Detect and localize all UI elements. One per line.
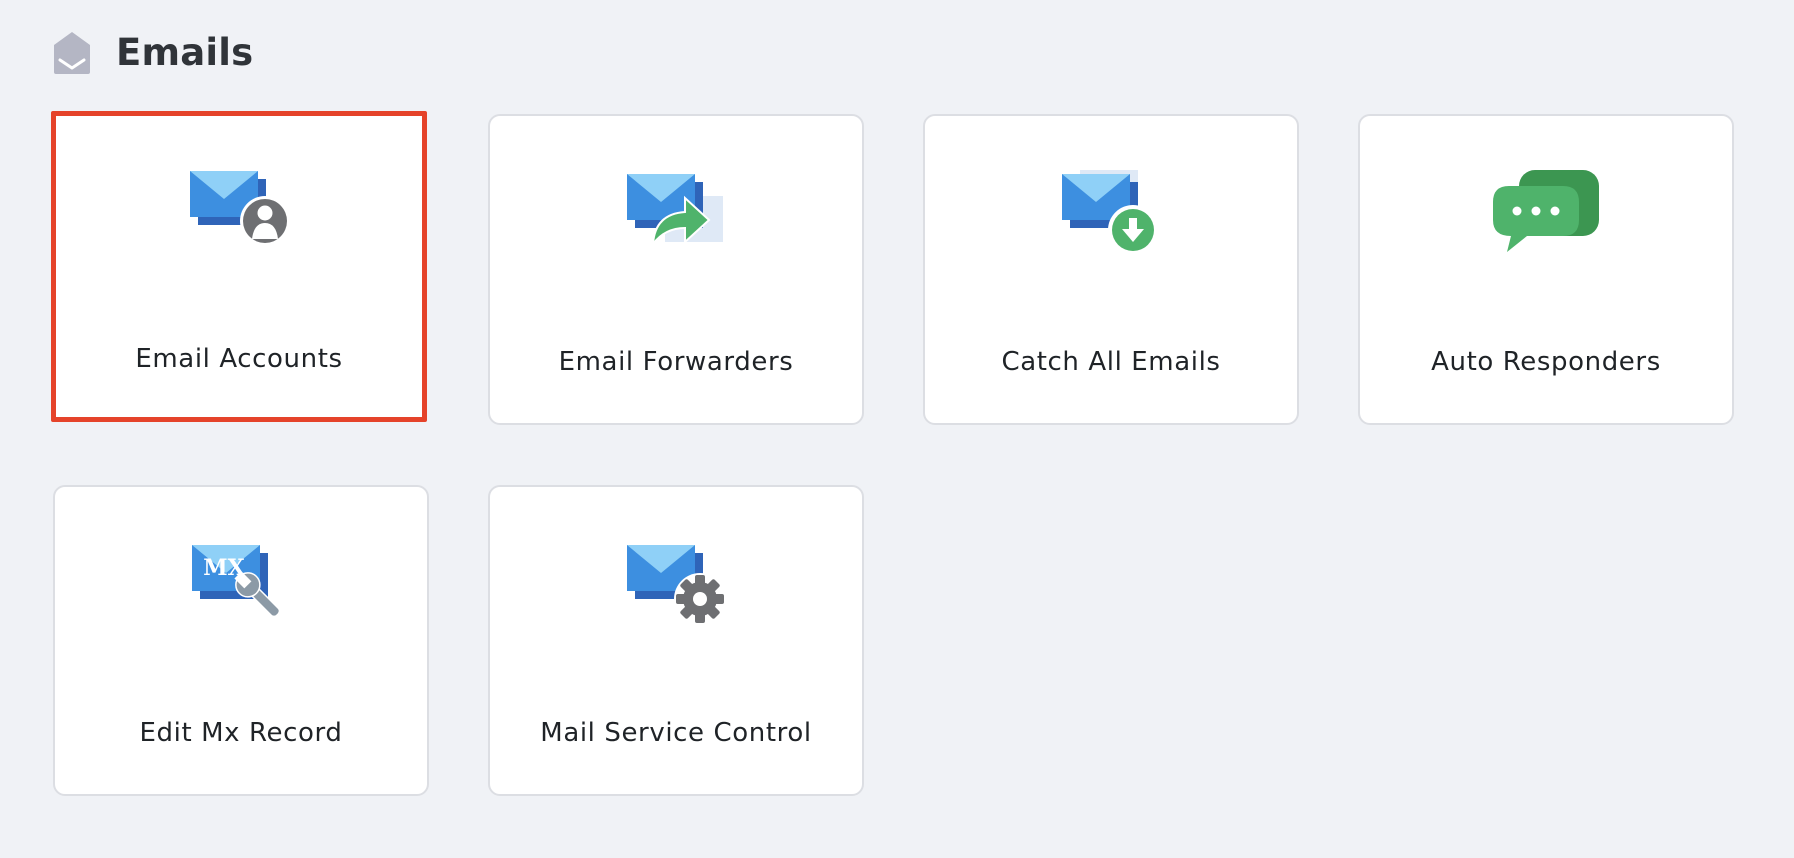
email-accounts-card[interactable]: Email Accounts bbox=[51, 111, 427, 422]
email-forwarders-card[interactable]: Email Forwarders bbox=[488, 114, 864, 425]
mx-wrench-icon: MX bbox=[192, 545, 281, 618]
page-title: Emails bbox=[116, 31, 254, 74]
mail-gear-icon bbox=[627, 545, 726, 625]
edit-mx-record-card[interactable]: MX Edit Mx Record bbox=[53, 485, 429, 796]
card-label: Catch All Emails bbox=[1001, 347, 1221, 377]
catch-all-emails-card[interactable]: Catch All Emails bbox=[923, 114, 1299, 425]
mail-service-control-card[interactable]: Mail Service Control bbox=[488, 485, 864, 796]
section-header: Emails bbox=[51, 30, 253, 76]
chat-bubbles-icon bbox=[1493, 170, 1599, 252]
card-label: Email Accounts bbox=[135, 344, 343, 374]
open-envelope-icon bbox=[54, 32, 90, 74]
card-label: Edit Mx Record bbox=[139, 718, 343, 748]
card-label: Mail Service Control bbox=[540, 718, 812, 748]
card-label: Email Forwarders bbox=[558, 347, 794, 377]
email-account-icon bbox=[190, 171, 290, 246]
card-label: Auto Responders bbox=[1431, 347, 1661, 377]
auto-responders-card[interactable]: Auto Responders bbox=[1358, 114, 1734, 425]
email-download-icon bbox=[1062, 170, 1158, 255]
email-forward-icon bbox=[627, 174, 723, 248]
